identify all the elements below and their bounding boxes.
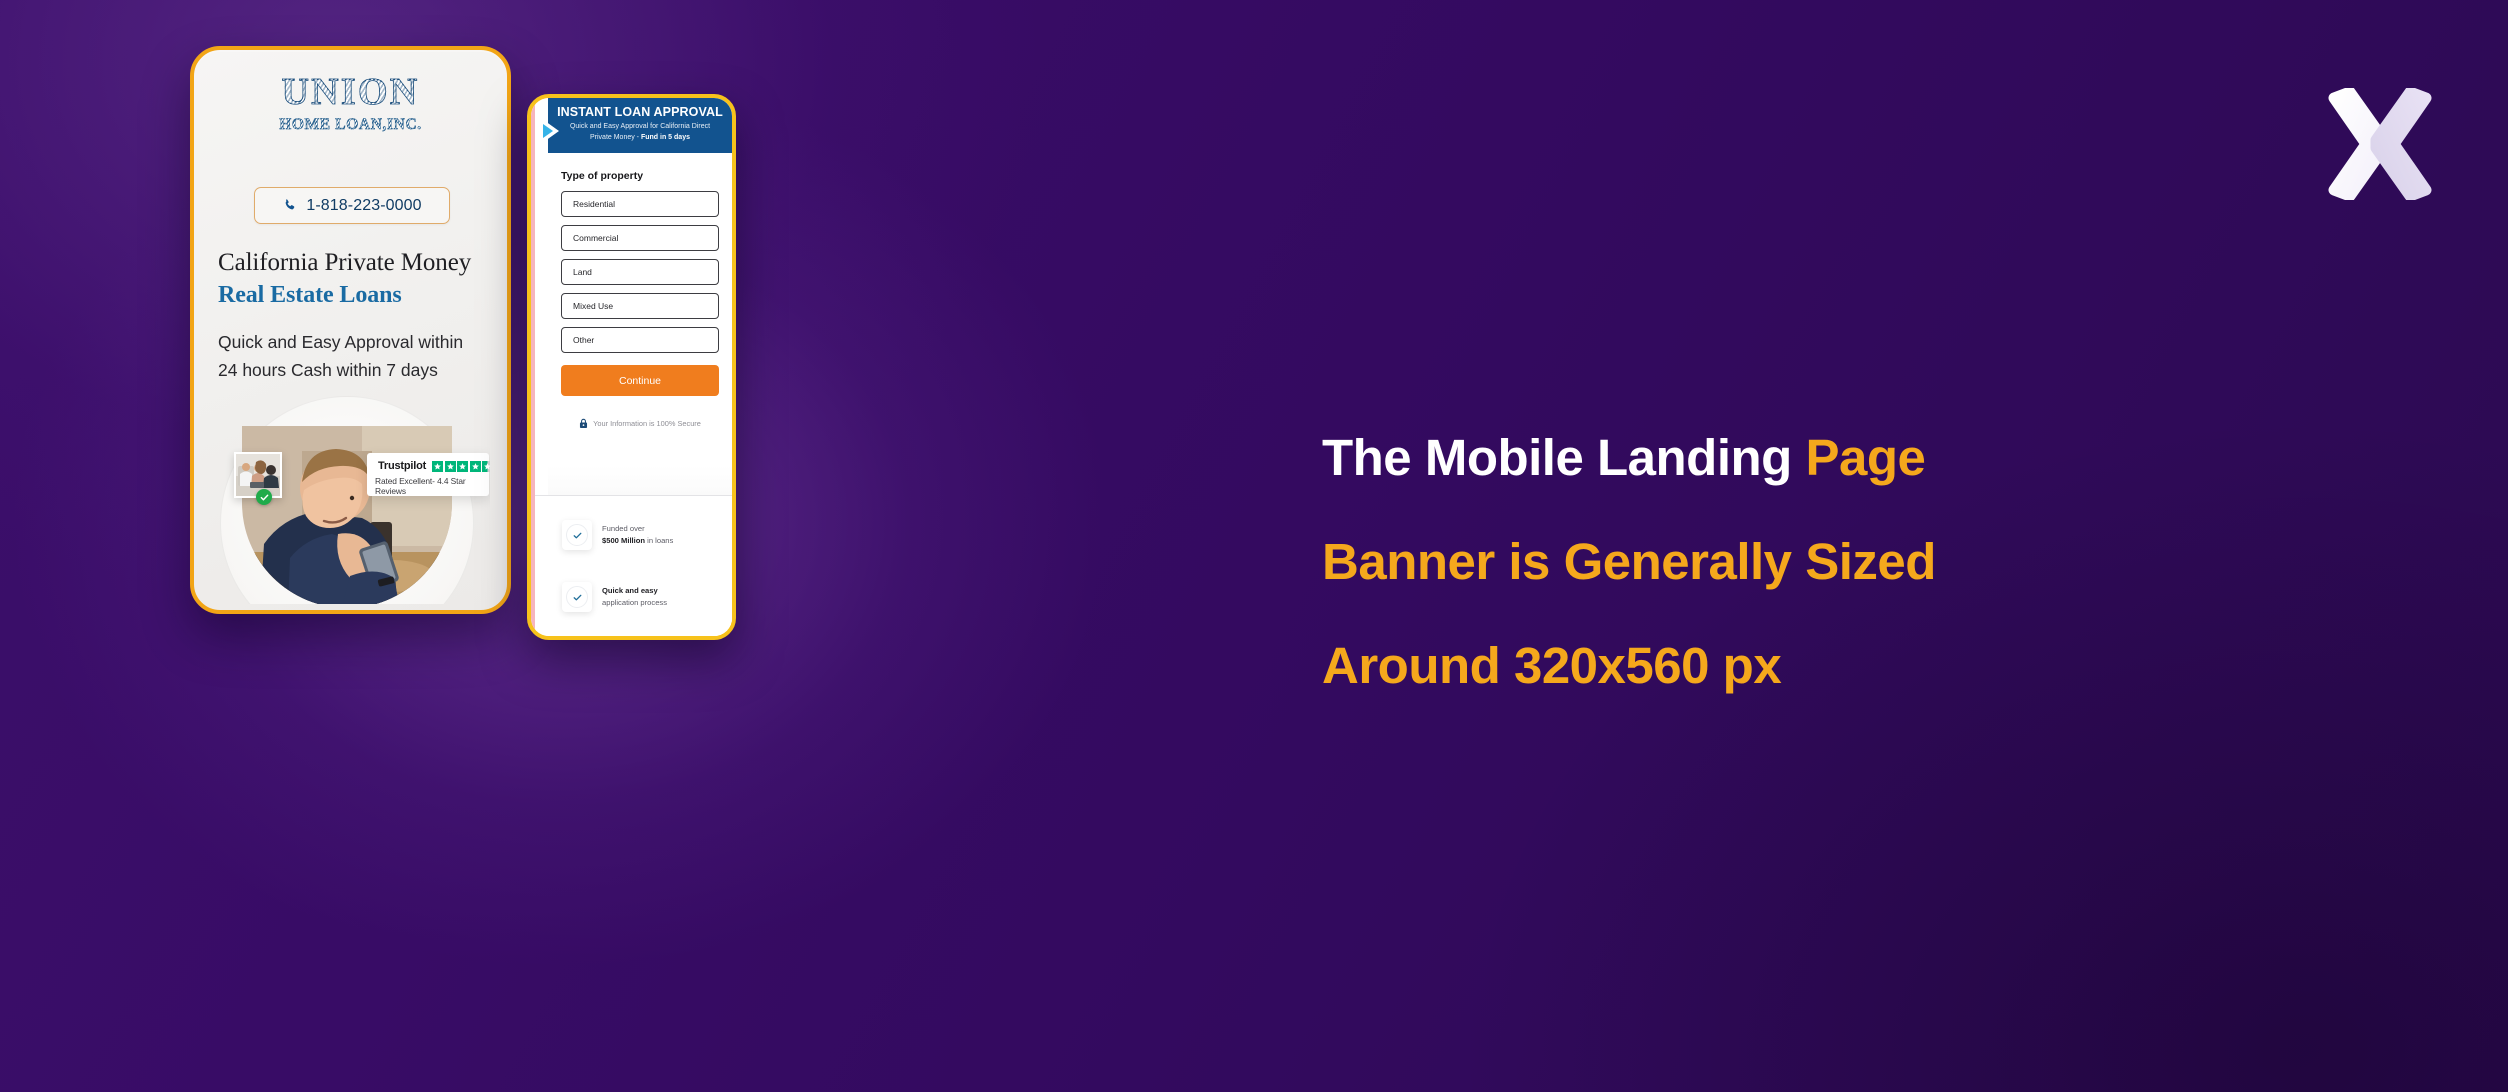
headline-line-2: Banner is Generally Sized [1322, 533, 1936, 590]
lock-icon [580, 418, 588, 428]
headline-line1-white: The Mobile Landing [1322, 429, 1806, 486]
logo-subtitle-text: HOME LOAN,INC. [194, 115, 507, 135]
benefit-item-funded: Funded over $500 Million in loans [562, 520, 718, 550]
option-residential[interactable]: Residential [561, 191, 719, 217]
heading-line-1: California Private Money [218, 249, 472, 276]
star-icon [432, 460, 444, 472]
star-icon [444, 460, 456, 472]
mini-photo-card [234, 452, 282, 505]
mini-photo-image [236, 454, 280, 496]
trustpilot-name: Trustpilot [378, 460, 427, 472]
benefit-item-quick-easy: Quick and easy application process [562, 582, 718, 612]
banner-subtitle-line2: Private Money - [590, 133, 641, 141]
logo-union-text: UNION [194, 72, 507, 113]
benefit-line1-bold: Quick and easy [602, 586, 658, 595]
option-land[interactable]: Land [561, 259, 719, 285]
benefits-list: Funded over $500 Million in loans Quick … [548, 502, 732, 636]
hero-image-area: Trustpilot Rated Excellent- 4.4 Star Rev… [212, 390, 490, 604]
secure-notice: Your Information is 100% Secure [548, 418, 732, 429]
option-other[interactable]: Other [561, 327, 719, 353]
trustpilot-stars [432, 460, 490, 472]
headline-line-3: Around 320x560 px [1322, 637, 1782, 694]
headline-line1-accent: Page [1805, 429, 1926, 486]
call-phone-button[interactable]: 1-818-223-0000 [254, 187, 450, 224]
phone-number-label: 1-818-223-0000 [306, 196, 422, 214]
subtext-line-2: 24 hours Cash within 7 days [218, 360, 438, 380]
form-label: Type of property [561, 170, 644, 182]
instant-loan-banner: INSTANT LOAN APPROVAL Quick and Easy App… [548, 98, 732, 153]
headline-line-1: The Mobile Landing Page [1322, 406, 2322, 510]
star-icon [469, 460, 481, 472]
secure-text: Your Information is 100% Secure [593, 419, 701, 428]
benefit-line2-rest: in loans [645, 536, 674, 545]
option-commercial[interactable]: Commercial [561, 225, 719, 251]
landing-subtext: Quick and Easy Approval within 24 hours … [218, 328, 493, 384]
section-divider [535, 495, 732, 496]
benefit-line2: application process [602, 598, 668, 607]
phone-icon [286, 199, 295, 210]
option-mixed-use[interactable]: Mixed Use [561, 293, 719, 319]
check-circle-icon [562, 520, 592, 550]
half-star-icon [482, 460, 490, 472]
benefit-text: Quick and easy application process [602, 585, 667, 609]
banner-subtitle: Quick and Easy Approval for California D… [548, 122, 732, 143]
property-type-options: Residential Commercial Land Mixed Use Ot… [561, 191, 719, 353]
trustpilot-rating-text: Rated Excellent- 4.4 Star Reviews [375, 476, 466, 496]
phone-mockup-landing-page: UNION HOME LOAN,INC. 1-818-223-0000 Cali… [190, 46, 511, 614]
banner-subtitle-bold: Fund in 5 days [640, 133, 690, 141]
company-logo: UNION HOME LOAN,INC. [194, 72, 507, 135]
benefit-text: Funded over $500 Million in loans [602, 523, 673, 547]
heading-line-2: Real Estate Loans [218, 282, 402, 308]
section-gap [548, 466, 732, 496]
banner-title: INSTANT LOAN APPROVAL [557, 105, 723, 119]
x-chevron-logo-icon [2320, 88, 2440, 200]
continue-button[interactable]: Continue [561, 365, 719, 396]
star-icon [457, 460, 469, 472]
phone-mockup-form-page: INSTANT LOAN APPROVAL Quick and Easy App… [527, 94, 736, 640]
trustpilot-badge: Trustpilot Rated Excellent- 4.4 Star Rev… [367, 453, 490, 496]
benefit-line1: Funded over [602, 524, 645, 533]
subtext-line-1: Quick and Easy Approval within [218, 332, 464, 352]
check-circle-icon [562, 582, 592, 612]
green-check-badge-icon [256, 489, 272, 505]
banner-subtitle-line1: Quick and Easy Approval for California D… [569, 123, 711, 130]
page-title: The Mobile Landing Page Banner is Genera… [1322, 406, 2322, 718]
play-chevron-icon [535, 119, 569, 143]
benefit-line2-bold: $500 Million [602, 536, 646, 545]
landing-heading: California Private Money Real Estate Loa… [218, 248, 489, 310]
